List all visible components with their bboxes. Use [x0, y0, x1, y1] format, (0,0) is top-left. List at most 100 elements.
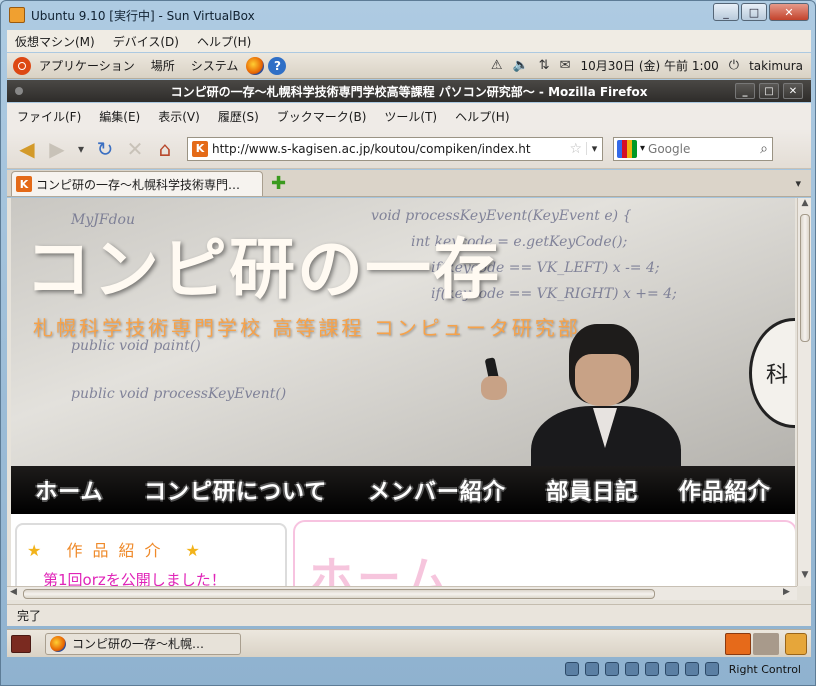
taskbar-item-label: コンピ研の一存～札幌…: [72, 637, 205, 651]
firefox-icon: [50, 635, 66, 652]
mail-icon[interactable]: ✉: [560, 58, 571, 73]
firefox-menubar: ファイル(F) 編集(E) 表示(V) 履歴(S) ブックマーク(B) ツール(…: [7, 103, 811, 129]
panel-menu-system[interactable]: システム: [191, 57, 239, 74]
nav-works[interactable]: 作品紹介: [679, 474, 771, 506]
presenter-hand: [481, 376, 507, 400]
power-icon[interactable]: ⏻: [729, 58, 739, 73]
menu-devices[interactable]: デバイス(D): [113, 33, 179, 50]
system-tray: ⚠ 🔈 ⇅ ✉ 10月30日 (金) 午前 1:00 ⏻ takimura: [491, 57, 811, 74]
vertical-scroll-thumb[interactable]: [800, 214, 810, 342]
nav-members[interactable]: メンバー紹介: [368, 474, 506, 506]
scroll-left-icon[interactable]: ◀: [10, 587, 17, 597]
menu-edit[interactable]: 編集(E): [99, 108, 140, 125]
ubuntu-bottom-panel: コンピ研の一存～札幌…: [7, 629, 811, 657]
virtualbox-title: Ubuntu 9.10 [実行中] - Sun VirtualBox: [31, 8, 255, 23]
mouse-integration-icon[interactable]: [684, 662, 699, 676]
tab-favicon: K: [16, 176, 32, 192]
url-bar[interactable]: K http://www.s-kagisen.ac.jp/koutou/comp…: [187, 136, 603, 161]
new-tab-button[interactable]: ✚: [271, 173, 286, 194]
firefox-close-button[interactable]: ✕: [783, 83, 803, 99]
site-banner: MyJFdou void processKeyEvent(KeyEvent e)…: [11, 198, 795, 514]
menu-help[interactable]: ヘルプ(H): [197, 33, 251, 50]
horizontal-scroll-thumb[interactable]: [23, 589, 655, 599]
virtualbox-menubar: 仮想マシン(M) デバイス(D) ヘルプ(H): [7, 30, 811, 52]
works-news-link[interactable]: 第1回orzを公開しました！: [43, 569, 226, 586]
close-button[interactable]: ✕: [769, 3, 809, 21]
clock[interactable]: 10月30日 (金) 午前 1:00: [580, 57, 718, 74]
menu-view[interactable]: 表示(V): [158, 108, 200, 125]
nav-home[interactable]: ホーム: [35, 474, 103, 506]
works-sidebar-box: ★ 作品紹介 ★ 第1回orzを公開しました！: [15, 523, 287, 586]
network-icon[interactable]: ⇅: [539, 58, 550, 73]
scroll-right-icon[interactable]: ▶: [783, 587, 790, 597]
workspace-1[interactable]: [725, 632, 751, 655]
star-icon: ★: [27, 541, 52, 560]
tab-bar: K コンピ研の一存～札幌科学技術専門… ✚ ▾: [7, 170, 811, 197]
firefox-maximize-button[interactable]: □: [759, 83, 779, 99]
virtualbox-icon: [9, 7, 25, 23]
firefox-statusbar: 完了: [7, 604, 811, 626]
stop-button[interactable]: ✕: [121, 135, 149, 163]
cd-icon[interactable]: [584, 662, 599, 676]
menu-tools[interactable]: ツール(T): [384, 108, 437, 125]
menu-ff-help[interactable]: ヘルプ(H): [455, 108, 509, 125]
tab-label: コンピ研の一存～札幌科学技術専門…: [36, 177, 241, 192]
menu-machine[interactable]: 仮想マシン(M): [15, 33, 95, 50]
nav-diary[interactable]: 部員日記: [546, 474, 638, 506]
maximize-button[interactable]: □: [741, 3, 767, 21]
site-favicon: K: [192, 140, 208, 157]
display-icon[interactable]: [664, 662, 679, 676]
search-input[interactable]: [648, 141, 761, 156]
usb-icon[interactable]: [624, 662, 639, 676]
firefox-titlebar: コンピ研の一存～札幌科学技術専門学校高等課程 パソコン研究部～ - Mozill…: [7, 80, 811, 102]
username[interactable]: takimura: [749, 59, 803, 73]
menu-file[interactable]: ファイル(F): [17, 108, 81, 125]
firefox-minimize-button[interactable]: _: [735, 83, 755, 99]
google-engine-icon[interactable]: [617, 139, 637, 158]
hard-disk-icon[interactable]: [564, 662, 579, 676]
shared-folders-icon[interactable]: [644, 662, 659, 676]
window-menu-icon[interactable]: [15, 87, 23, 95]
seal-text: 科: [766, 363, 789, 388]
scroll-down-icon[interactable]: ▼: [798, 570, 811, 580]
scroll-up-icon[interactable]: ▲: [798, 198, 811, 208]
url-dropdown-icon[interactable]: ▾: [586, 142, 602, 155]
panel-menu-applications[interactable]: アプリケーション: [39, 57, 135, 74]
trash-icon[interactable]: [785, 632, 807, 655]
tab-list-icon[interactable]: ▾: [795, 177, 801, 190]
engine-dropdown-icon[interactable]: ▾: [640, 143, 645, 154]
taskbar-firefox-item[interactable]: コンピ研の一存～札幌…: [45, 632, 241, 655]
history-dropdown-icon[interactable]: ▾: [73, 135, 89, 163]
url-text[interactable]: http://www.s-kagisen.ac.jp/koutou/compik…: [212, 142, 569, 156]
firefox-launcher-icon[interactable]: [246, 56, 265, 75]
forward-button[interactable]: ▶: [43, 135, 71, 163]
site-title: コンピ研の一存: [25, 230, 501, 308]
vertical-scrollbar[interactable]: ▲ ▼: [797, 198, 811, 586]
horizontal-scrollbar[interactable]: ◀ ▶: [7, 586, 797, 600]
reload-button[interactable]: ↻: [91, 135, 119, 163]
nav-about[interactable]: コンピ研について: [144, 474, 327, 506]
notification-icon[interactable]: ⚠: [491, 58, 503, 73]
tab-compiken[interactable]: K コンピ研の一存～札幌科学技術専門…: [11, 171, 263, 196]
help-launcher-icon[interactable]: ?: [268, 56, 287, 75]
search-bar: ▾ ⌕: [613, 136, 773, 161]
network-adapter-icon[interactable]: [604, 662, 619, 676]
panel-menu-places[interactable]: 場所: [151, 57, 175, 74]
virtualbox-statusbar: Right Control: [7, 658, 811, 680]
web-page: MyJFdou void processKeyEvent(KeyEvent e)…: [11, 198, 795, 586]
volume-icon[interactable]: 🔈: [512, 58, 528, 73]
back-button[interactable]: ◀: [13, 135, 41, 163]
site-nav: ホーム コンピ研について メンバー紹介 部員日記 作品紹介: [11, 466, 795, 514]
bookmark-star-icon[interactable]: ☆: [569, 141, 582, 157]
home-button[interactable]: ⌂: [151, 135, 179, 163]
minimize-button[interactable]: _: [713, 3, 739, 21]
virtualbox-window: Ubuntu 9.10 [実行中] - Sun VirtualBox _ □ ✕…: [0, 0, 816, 686]
keyboard-capture-icon[interactable]: [704, 662, 719, 676]
menu-bookmarks[interactable]: ブックマーク(B): [277, 108, 367, 125]
search-icon[interactable]: ⌕: [760, 141, 768, 157]
host-key-label: Right Control: [728, 662, 801, 676]
show-desktop-button[interactable]: [11, 634, 31, 653]
ubuntu-logo-icon[interactable]: [13, 56, 31, 75]
menu-history[interactable]: 履歴(S): [218, 108, 259, 125]
workspace-2[interactable]: [753, 632, 779, 655]
